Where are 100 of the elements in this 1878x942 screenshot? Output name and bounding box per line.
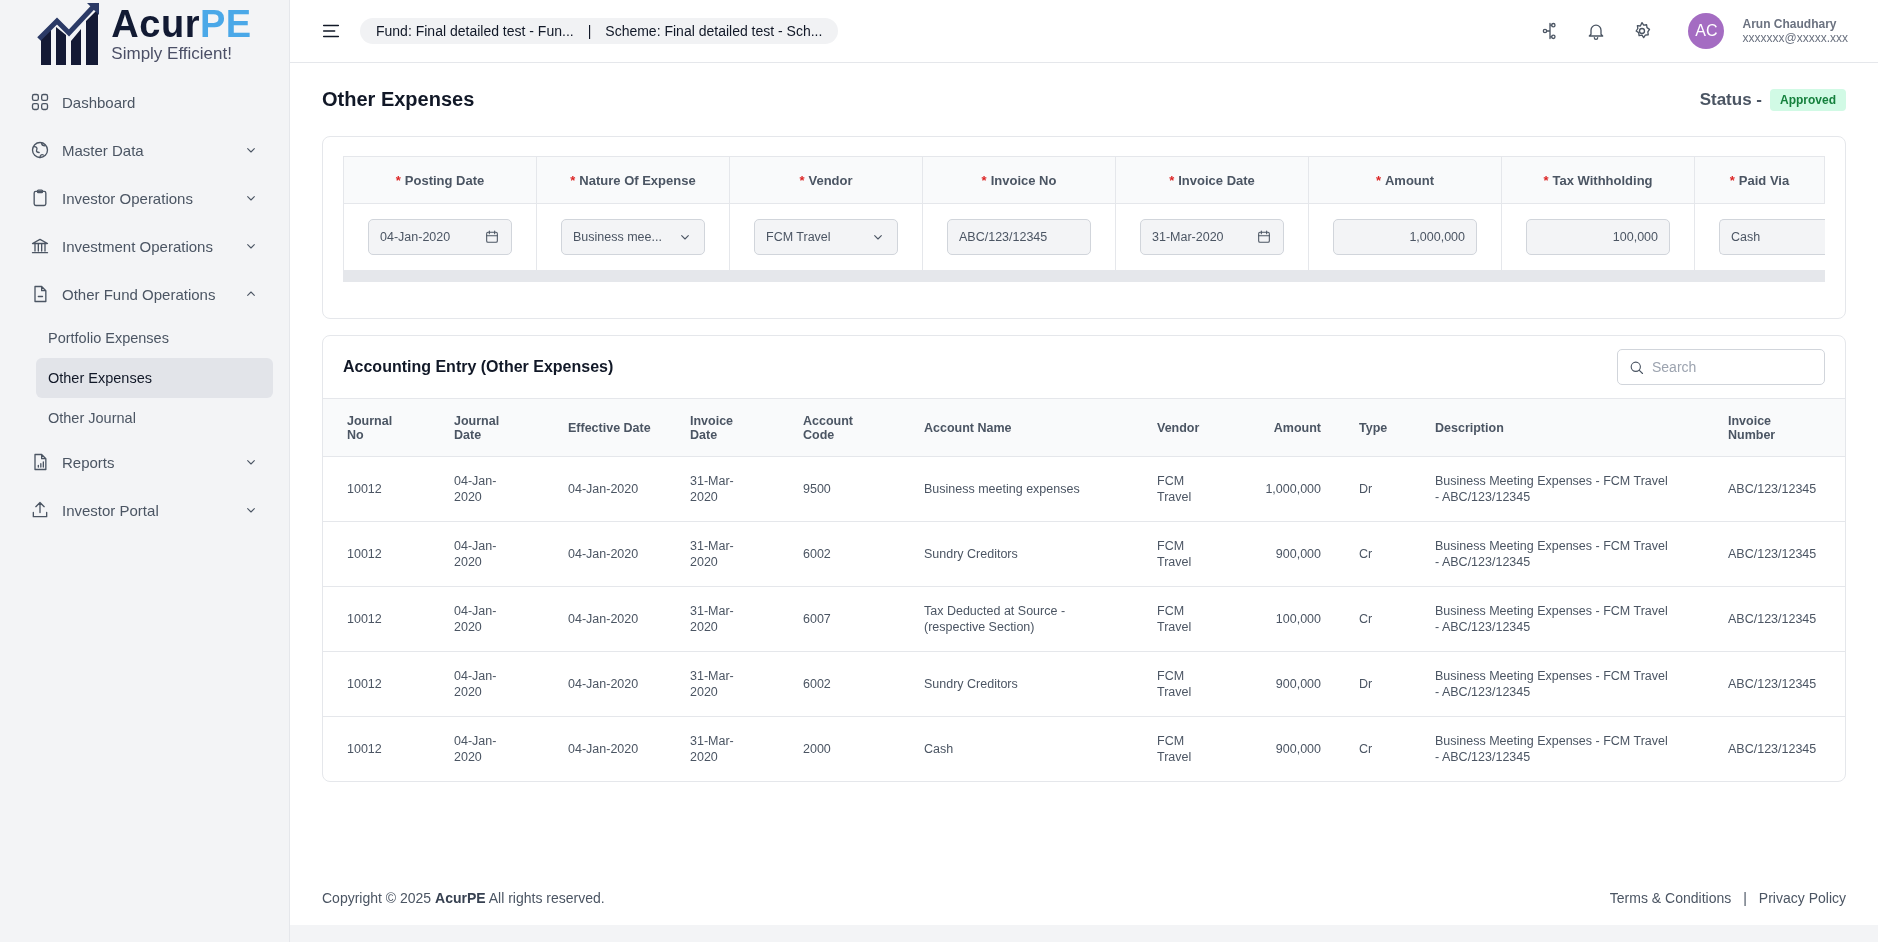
table-cell: 900,000 — [1239, 521, 1349, 587]
column-header: * Invoice Date — [1116, 156, 1309, 204]
section-title: Accounting Entry (Other Expenses) — [343, 358, 615, 376]
table-cell: 10012 — [323, 716, 444, 781]
input-field[interactable]: Cash — [1719, 219, 1825, 255]
table-cell: FCM Travel — [1147, 521, 1239, 587]
column-header: * Amount — [1309, 156, 1502, 204]
sidebar-item[interactable]: Investment Operations — [0, 222, 289, 270]
search-icon — [1628, 359, 1645, 376]
copyright-text: Copyright © 2025 AcurPE All rights reserved. — [322, 889, 606, 906]
table-cell: 04-Jan-2020 — [558, 456, 680, 522]
table-cell: 6002 — [793, 521, 914, 587]
table-cell: 6007 — [793, 586, 914, 652]
table-cell: 9500 — [793, 456, 914, 522]
table-cell: Cr — [1349, 586, 1425, 652]
link-separator: | — [1743, 889, 1747, 906]
sidebar-subitem[interactable]: Portfolio Expenses — [36, 318, 273, 358]
search-field[interactable]: Search — [1617, 349, 1825, 385]
table-cell: Sundry Creditors — [914, 521, 1147, 587]
table-cell: 04-Jan-2020 — [444, 456, 558, 522]
table-cell: 31-Mar-2020 — [680, 456, 793, 522]
dropdown-field[interactable]: Business mee... — [561, 219, 705, 255]
column-header: Amount — [1239, 398, 1349, 457]
privacy-link[interactable]: Privacy Policy — [1758, 889, 1846, 906]
table-cell: 1,000,000 — [1239, 456, 1349, 522]
table-cell: FCM Travel — [1147, 456, 1239, 522]
table-cell: 04-Jan-2020 — [558, 716, 680, 781]
table-cell: 04-Jan-2020 — [558, 521, 680, 587]
dropdown-field[interactable]: FCM Travel — [754, 219, 898, 255]
table-cell: FCM Travel — [1147, 586, 1239, 652]
table-cell: Tax Deducted at Source - (respective Section) — [914, 586, 1147, 652]
table-cell: 04-Jan-2020 — [558, 586, 680, 652]
table-cell: 31-Mar-2020 — [680, 521, 793, 587]
sidebar-subitem[interactable]: Other Expenses — [36, 358, 273, 398]
table-cell: Business Meeting Expenses - FCM Travel - ABC/123/12345 — [1425, 716, 1718, 781]
page-title: Other Expenses — [322, 88, 476, 111]
table-cell: 10012 — [323, 521, 444, 587]
table-cell: Cash — [914, 716, 1147, 781]
table-cell: FCM Travel — [1147, 716, 1239, 781]
user-avatar[interactable]: AC — [1688, 13, 1725, 49]
table-cell: 10012 — [323, 586, 444, 652]
table-cell: Business Meeting Expenses - FCM Travel - ABC/123/12345 — [1425, 456, 1718, 522]
sidebar-subitem[interactable]: Other Journal — [36, 398, 273, 438]
sidebar-item[interactable]: Reports — [0, 438, 289, 486]
globe-icon — [30, 140, 50, 160]
grid-icon — [30, 92, 50, 112]
date-field[interactable]: 04-Jan-2020 — [368, 219, 512, 255]
sidebar-item[interactable]: Other Fund Operations — [0, 270, 289, 318]
table-cell: Cr — [1349, 521, 1425, 587]
column-header: Type — [1349, 398, 1425, 457]
column-header: Vendor — [1147, 398, 1239, 457]
column-header: Invoice Number — [1718, 398, 1845, 457]
table-cell: 04-Jan-2020 — [444, 586, 558, 652]
terms-link[interactable]: Terms & Conditions — [1609, 889, 1732, 906]
column-header: Description — [1425, 398, 1718, 457]
table-cell: 04-Jan-2020 — [558, 651, 680, 717]
bank-icon — [30, 236, 50, 256]
sidebar-item[interactable]: Investor Operations — [0, 174, 289, 222]
fund-scheme-selector[interactable]: Fund: Final detailed test - Fun... | Scheme: Final detailed test - Sch... — [360, 18, 839, 44]
table-cell: Business meeting expenses — [914, 456, 1147, 522]
input-field[interactable]: 100,000 — [1526, 219, 1670, 255]
sidebar-item[interactable]: Investor Portal — [0, 486, 289, 534]
table-cell: 900,000 — [1239, 716, 1349, 781]
table-cell: Business Meeting Expenses - FCM Travel - ABC/123/12345 — [1425, 586, 1718, 652]
column-header: * Posting Date — [344, 156, 537, 204]
table-cell: ABC/123/12345 — [1718, 456, 1845, 522]
table-cell: Dr — [1349, 651, 1425, 717]
table-cell: 31-Mar-2020 — [680, 586, 793, 652]
sidebar-item[interactable]: Dashboard — [0, 78, 289, 126]
table-cell: 04-Jan-2020 — [444, 521, 558, 587]
column-header: * Paid Via — [1695, 156, 1825, 204]
table-cell: 04-Jan-2020 — [444, 716, 558, 781]
table-cell: 10012 — [323, 456, 444, 522]
brand-name: AcurPE — [111, 4, 252, 43]
sidebar-item[interactable]: Master Data — [0, 126, 289, 174]
column-header: Invoice Date — [680, 398, 793, 457]
table-cell: 900,000 — [1239, 651, 1349, 717]
table-cell: ABC/123/12345 — [1718, 651, 1845, 717]
horizontal-scrollbar[interactable] — [343, 270, 1825, 282]
status-label: Status - — [1699, 89, 1762, 110]
user-name: Arun Chaudhary — [1742, 17, 1838, 31]
input-field[interactable]: 1,000,000 — [1333, 219, 1477, 255]
input-field[interactable]: ABC/123/12345 — [947, 219, 1091, 255]
date-field[interactable]: 31-Mar-2020 — [1140, 219, 1284, 255]
table-cell: Cr — [1349, 716, 1425, 781]
calendar-icon — [484, 229, 500, 245]
column-header: * Tax Withholding — [1502, 156, 1695, 204]
table-cell: 31-Mar-2020 — [680, 716, 793, 781]
table-cell: 6002 — [793, 651, 914, 717]
table-cell: Dr — [1349, 456, 1425, 522]
table-cell: 31-Mar-2020 — [680, 651, 793, 717]
status-badge: Approved — [1770, 88, 1846, 111]
column-header: Account Name — [914, 398, 1147, 457]
column-header: * Nature Of Expense — [537, 156, 730, 204]
column-header: * Invoice No — [923, 156, 1116, 204]
column-header: Journal Date — [444, 398, 558, 457]
brand-tagline: Simply Efficient! — [111, 44, 233, 62]
table-cell: ABC/123/12345 — [1718, 521, 1845, 587]
table-cell: 10012 — [323, 651, 444, 717]
upload-icon — [30, 500, 50, 520]
